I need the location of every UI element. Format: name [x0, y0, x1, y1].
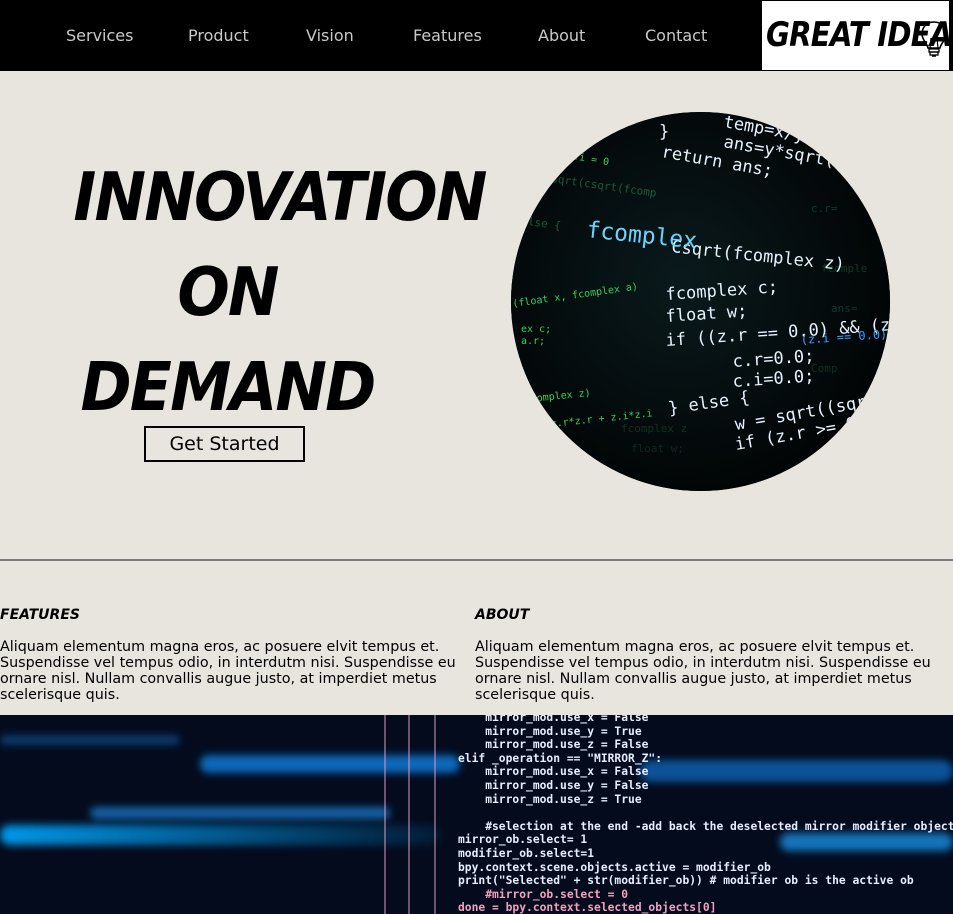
svg-text:}: }	[659, 122, 669, 142]
nav-link-services[interactable]: Services	[66, 26, 133, 45]
section-divider	[0, 559, 953, 561]
get-started-button[interactable]: Get Started	[144, 426, 305, 462]
about-text: Aliquam elementum magna eros, ac posuere…	[475, 639, 931, 703]
svg-text:a.r;: a.r;	[521, 336, 545, 347]
svg-text:ans=: ans=	[831, 302, 858, 315]
svg-text:Comp: Comp	[811, 362, 838, 375]
svg-text:ex c;: ex c;	[521, 324, 551, 335]
nav-link-about[interactable]: About	[538, 26, 585, 45]
about-heading: ABOUT	[475, 607, 530, 623]
lightbulb-icon	[921, 21, 947, 57]
nav-link-vision[interactable]: Vision	[306, 26, 354, 45]
features-text: Aliquam elementum magna eros, ac posuere…	[0, 639, 456, 703]
hero-title: INNOVATION ON DEMAND	[73, 150, 487, 435]
code-background-graphic: sqrt(csqrt(fcomp else { c.r= fcomple ans…	[511, 112, 890, 491]
nav-link-product[interactable]: Product	[188, 26, 249, 45]
code-snippet: mirror_mod.use_x = False mirror_mod.use_…	[458, 715, 953, 914]
top-nav-bar: Services Product Vision Features About C…	[0, 0, 953, 71]
nav-link-features[interactable]: Features	[413, 26, 482, 45]
svg-text:fcomplex z: fcomplex z	[621, 422, 687, 435]
logo[interactable]: GREAT IDEA	[762, 1, 952, 70]
hero-title-line: ON	[177, 253, 279, 331]
hero-code-image: sqrt(csqrt(fcomp else { c.r= fcomple ans…	[511, 112, 890, 491]
svg-text:c.r=: c.r=	[811, 202, 838, 215]
hero-title-line: INNOVATION	[73, 158, 487, 236]
hero-title-line: DEMAND	[80, 348, 376, 426]
nav-link-contact[interactable]: Contact	[645, 26, 707, 45]
svg-text:float w;: float w;	[631, 442, 684, 455]
features-heading: FEATURES	[0, 607, 80, 623]
code-banner-image: mirror_mod.use_x = False mirror_mod.use_…	[0, 715, 953, 914]
